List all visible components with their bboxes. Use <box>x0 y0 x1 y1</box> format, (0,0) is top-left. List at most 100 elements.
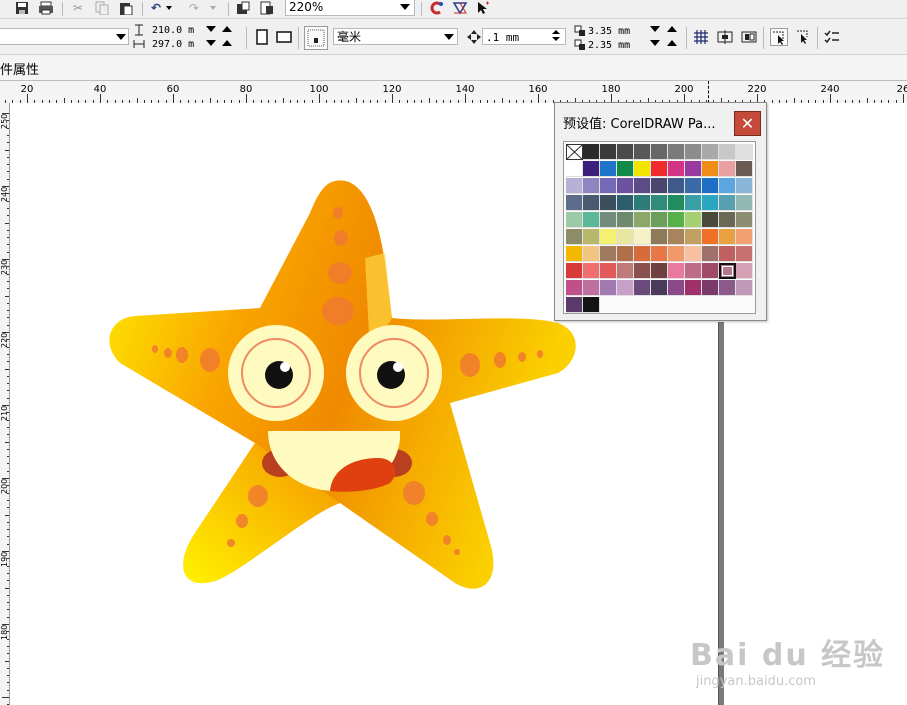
color-swatch[interactable] <box>600 263 617 279</box>
duplicate-y-spin-up[interactable] <box>667 40 677 46</box>
page-width-spin-up[interactable] <box>222 26 232 32</box>
page-height-spin-up[interactable] <box>222 40 232 46</box>
color-swatch[interactable] <box>702 229 719 245</box>
color-swatch[interactable] <box>685 161 702 177</box>
color-swatch[interactable] <box>583 280 600 296</box>
vertical-ruler[interactable]: 250 240 230 220 210 200 190 180 <box>0 103 10 705</box>
page-width-value[interactable]: 210.0 m <box>152 25 194 36</box>
color-swatch[interactable] <box>719 229 736 245</box>
color-swatch[interactable] <box>600 246 617 262</box>
paste-icon[interactable] <box>118 0 134 16</box>
color-swatch[interactable] <box>702 178 719 194</box>
duplicate-x-spin-up[interactable] <box>667 26 677 32</box>
color-swatch[interactable] <box>685 229 702 245</box>
color-swatch[interactable] <box>634 161 651 177</box>
treat-as-filled-icon[interactable] <box>770 28 788 46</box>
color-swatch[interactable] <box>719 212 736 228</box>
color-swatch[interactable] <box>668 246 685 262</box>
options-checklist-icon[interactable] <box>824 29 840 45</box>
color-swatch[interactable] <box>668 229 685 245</box>
color-swatch[interactable] <box>685 195 702 211</box>
import-icon[interactable] <box>235 0 251 16</box>
color-swatch[interactable] <box>685 246 702 262</box>
color-swatch[interactable] <box>702 263 719 279</box>
color-swatch[interactable] <box>617 195 634 211</box>
color-swatch[interactable] <box>736 246 753 262</box>
color-swatch[interactable] <box>668 178 685 194</box>
color-swatch[interactable] <box>702 195 719 211</box>
color-swatch[interactable] <box>583 144 600 160</box>
color-swatch[interactable] <box>719 280 736 296</box>
paper-type-combobox[interactable] <box>0 28 129 45</box>
color-swatch[interactable] <box>702 280 719 296</box>
color-swatch[interactable] <box>651 161 668 177</box>
snap-pointer-icon[interactable] <box>475 0 491 16</box>
color-swatch[interactable] <box>634 229 651 245</box>
color-swatch[interactable] <box>600 280 617 296</box>
cut-icon[interactable]: ✂ <box>70 0 86 16</box>
export-icon[interactable] <box>259 0 275 16</box>
color-swatch[interactable] <box>702 144 719 160</box>
color-swatch[interactable] <box>685 263 702 279</box>
color-swatch[interactable] <box>719 246 736 262</box>
horizontal-ruler[interactable]: 20 40 60 80 100 120 140 160 180 200 220 240 26 <box>0 81 907 104</box>
color-swatch[interactable] <box>617 263 634 279</box>
color-swatch[interactable] <box>668 195 685 211</box>
duplicate-x-spin-down[interactable] <box>650 26 660 32</box>
color-swatch[interactable] <box>600 229 617 245</box>
color-swatch[interactable] <box>702 246 719 262</box>
paper-type-dropdown-icon[interactable] <box>116 34 126 40</box>
color-swatch[interactable] <box>566 246 583 262</box>
print-icon[interactable] <box>38 0 54 16</box>
color-swatch[interactable] <box>634 178 651 194</box>
color-swatch[interactable] <box>651 280 668 296</box>
color-swatch[interactable] <box>736 263 753 279</box>
zoom-dropdown-icon[interactable] <box>400 4 410 10</box>
color-swatch[interactable] <box>583 263 600 279</box>
color-swatch[interactable] <box>583 161 600 177</box>
color-swatch[interactable] <box>617 161 634 177</box>
color-swatch[interactable] <box>685 144 702 160</box>
color-swatch[interactable] <box>583 195 600 211</box>
color-swatch[interactable] <box>583 297 600 313</box>
drawing-canvas[interactable] <box>10 103 907 705</box>
color-swatch[interactable] <box>668 280 685 296</box>
select-pointer-icon[interactable] <box>795 29 811 45</box>
page-layout-icon[interactable] <box>304 26 328 50</box>
color-swatch[interactable] <box>566 195 583 211</box>
nudge-spin-up[interactable] <box>552 30 560 34</box>
copy-icon[interactable] <box>94 0 110 16</box>
color-swatch[interactable] <box>617 229 634 245</box>
app-launcher-icon[interactable] <box>428 0 444 16</box>
color-swatch[interactable] <box>736 212 753 228</box>
welcome-screen-icon[interactable] <box>452 0 468 16</box>
no-color-swatch[interactable] <box>566 144 583 160</box>
color-swatch[interactable] <box>736 195 753 211</box>
redo-icon[interactable]: ↷ <box>186 0 202 16</box>
color-swatch[interactable] <box>702 212 719 228</box>
color-swatch[interactable] <box>651 263 668 279</box>
save-icon[interactable] <box>14 0 30 16</box>
color-swatch[interactable] <box>566 212 583 228</box>
color-swatch[interactable] <box>685 280 702 296</box>
color-swatch[interactable] <box>617 246 634 262</box>
color-palette-window[interactable]: 预设值: CorelDRAW Pa... ✕ <box>554 102 767 321</box>
selected-color-swatch[interactable] <box>719 263 736 279</box>
color-swatch[interactable] <box>668 144 685 160</box>
color-swatch[interactable] <box>566 263 583 279</box>
color-swatch[interactable] <box>736 229 753 245</box>
color-swatch[interactable] <box>600 195 617 211</box>
color-swatch[interactable] <box>583 229 600 245</box>
page-height-value[interactable]: 297.0 m <box>152 39 194 50</box>
dynamic-guides-icon[interactable] <box>741 29 757 45</box>
color-swatch[interactable] <box>719 178 736 194</box>
close-button[interactable]: ✕ <box>734 111 761 136</box>
page-width-spin-down[interactable] <box>206 26 216 32</box>
color-swatch[interactable] <box>651 246 668 262</box>
undo-icon[interactable]: ↶ <box>148 0 164 16</box>
color-swatch[interactable] <box>634 144 651 160</box>
color-swatch[interactable] <box>617 144 634 160</box>
color-swatch[interactable] <box>634 195 651 211</box>
color-swatch[interactable] <box>736 144 753 160</box>
landscape-icon[interactable] <box>276 29 292 45</box>
